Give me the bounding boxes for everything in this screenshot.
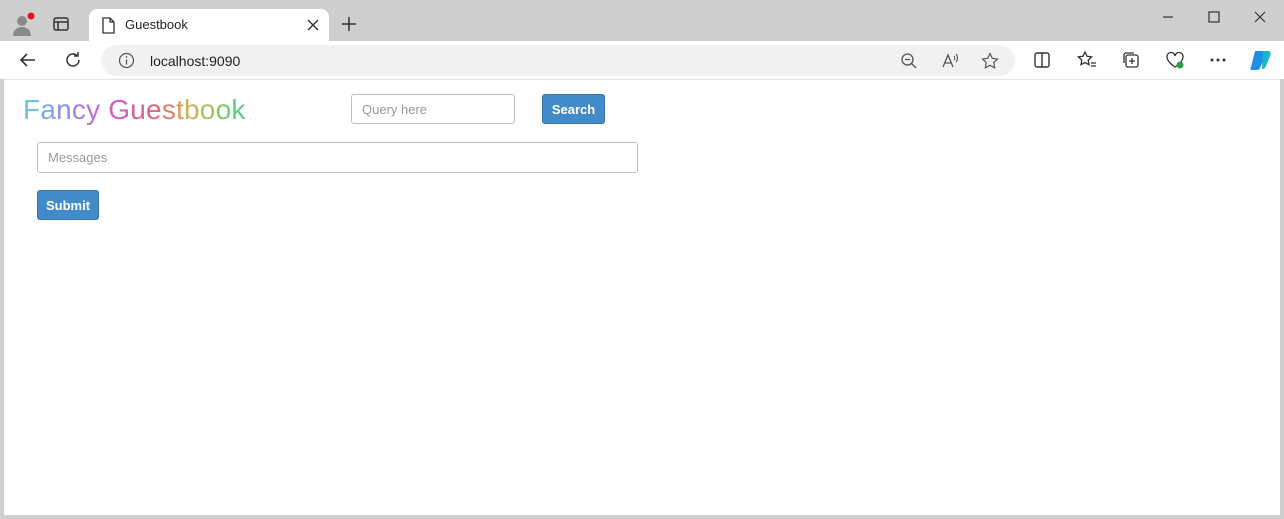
site-logo-title: Fancy Guestbook [23,94,246,126]
brand-letter: t [176,94,184,125]
minimize-icon[interactable] [1159,8,1177,26]
browser-essentials-icon[interactable] [1164,49,1186,71]
new-tab-icon[interactable] [339,14,359,34]
submit-button[interactable]: Submit [37,190,99,220]
address-bar[interactable]: localhost:9090 [101,45,1015,76]
favorite-star-icon[interactable] [980,51,1000,71]
zoom-out-icon[interactable] [899,51,919,71]
brand-letter: o [199,94,216,125]
tab-actions-icon[interactable] [51,14,71,34]
refresh-icon[interactable] [62,49,84,71]
split-screen-icon[interactable] [1031,49,1053,71]
search-input[interactable] [351,94,515,124]
page-icon [101,17,115,34]
back-icon[interactable] [17,49,39,71]
brand-letter: b [184,94,200,125]
brand-letter: k [231,94,246,125]
profile-avatar-icon[interactable] [12,12,36,38]
brand-letter: G [108,94,131,125]
tab-guestbook[interactable]: Guestbook [89,9,329,41]
brand-letter: a [40,94,57,125]
brand-letter [100,94,108,126]
browser-toolbar: localhost:9090 [0,41,1284,79]
page-content: Fancy Guestbook Search Submit [4,79,1280,515]
site-info-icon[interactable] [118,52,135,69]
brand-letter: c [71,94,87,125]
tab-title: Guestbook [125,17,188,32]
browser-tabbar: Guestbook [0,0,1284,41]
close-window-icon[interactable] [1251,8,1269,26]
maximize-icon[interactable] [1205,8,1223,26]
brand-letter: o [215,94,232,125]
brand-letter: F [23,94,41,125]
brand-letter: n [56,94,72,125]
brand-letter: s [161,94,177,125]
collections-icon[interactable] [1120,49,1142,71]
search-button[interactable]: Search [542,94,605,124]
close-tab-icon[interactable] [305,17,321,33]
favorites-icon[interactable] [1076,49,1098,71]
brand-letter: u [130,94,147,125]
messages-input[interactable] [37,142,638,173]
more-menu-icon[interactable] [1207,49,1229,71]
copilot-icon[interactable] [1249,49,1271,71]
address-text: localhost:9090 [150,53,241,69]
brand-letter: e [146,94,162,125]
read-aloud-icon[interactable] [940,51,960,71]
brand-letter: y [86,94,101,125]
